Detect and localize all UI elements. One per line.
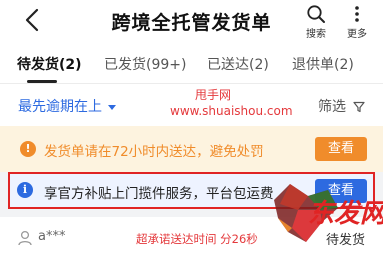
view-deadline-button[interactable]: 查看 <box>315 137 367 161</box>
filter-button[interactable]: 筛选 <box>318 96 366 116</box>
funnel-icon <box>353 101 366 113</box>
sort-dropdown[interactable]: 最先逾期在上 <box>18 96 116 116</box>
more-button[interactable]: 更多 <box>340 4 374 40</box>
caret-down-icon <box>108 104 116 110</box>
tab-delivered[interactable]: 已送达(2) <box>207 54 269 74</box>
delivery-deadline-notice: ! 发货单请在72小时内送达，避免处罚 查看 <box>0 126 383 172</box>
info-icon: i <box>17 182 33 198</box>
tab-shipped[interactable]: 已发货(99+) <box>104 54 186 74</box>
search-button[interactable]: 搜索 <box>299 4 333 40</box>
more-icon <box>355 6 359 22</box>
overdue-time-text: 超承诺送达时间 分26秒 <box>136 232 258 246</box>
warning-icon: ! <box>20 141 36 157</box>
watermark-url: www.shuaishou.com <box>170 104 293 118</box>
buyer-name: a*** <box>38 229 66 244</box>
watermark-name: 甩手网 <box>195 88 232 102</box>
active-tab-indicator <box>27 80 57 83</box>
filter-label: 筛选 <box>318 99 346 115</box>
navigation-header: 跨境全托管发货单 搜索 更多 <box>0 0 383 44</box>
more-label: 更多 <box>347 29 367 40</box>
user-icon <box>18 230 32 246</box>
pickup-service-text: 享官方补贴上门揽件服务，平台包运费 <box>44 186 274 202</box>
order-status-tabs: 待发货(2) 已发货(99+) 已送达(2) 退供单(2) <box>0 44 383 84</box>
svg-text:东发网: 东发网 <box>308 199 383 229</box>
search-label: 搜索 <box>306 29 326 40</box>
warning-text: 发货单请在72小时内送达，避免处罚 <box>44 144 264 160</box>
sort-dropdown-label: 最先逾期在上 <box>18 99 102 115</box>
site-logo: 东发网 <box>274 184 383 242</box>
tab-return-orders[interactable]: 退供单(2) <box>292 54 354 74</box>
search-icon <box>307 5 325 23</box>
tab-pending-shipment[interactable]: 待发货(2) <box>17 54 82 74</box>
